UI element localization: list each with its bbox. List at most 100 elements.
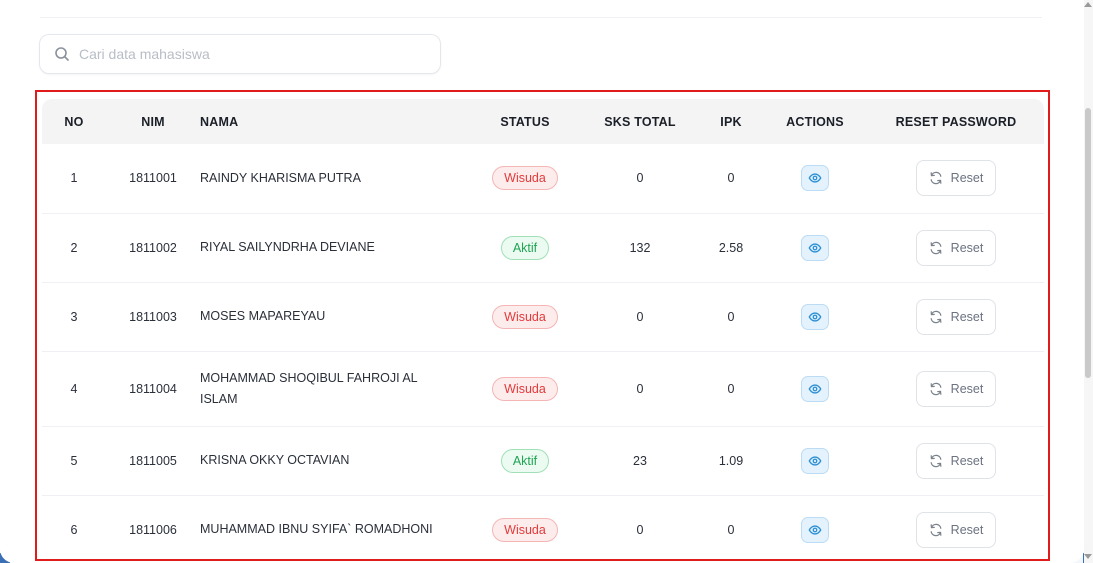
- cell-nama: RIYAL SAILYNDRHA DEVIANE: [200, 240, 375, 254]
- view-button[interactable]: [801, 165, 829, 192]
- header-no: NO: [64, 114, 84, 129]
- refresh-icon: [929, 241, 951, 255]
- cell-actions: [762, 282, 868, 351]
- cell-ipk: 0: [727, 171, 735, 186]
- students-table-container: NO NIM NAMA STATUS SKS TOTAL IPK ACTIONS…: [42, 99, 1044, 563]
- cell-nama: KRISNA OKKY OCTAVIAN: [200, 453, 350, 467]
- header-actions: ACTIONS: [786, 114, 844, 129]
- view-button[interactable]: [801, 303, 829, 330]
- reset-label: Reset: [950, 522, 984, 537]
- cell-nim: 1811003: [129, 309, 177, 324]
- eye-icon: [808, 310, 822, 324]
- eye-icon: [808, 382, 822, 396]
- cell-actions: [762, 426, 868, 495]
- header-reset-password: RESET PASSWORD: [895, 114, 1017, 129]
- reset-password-button[interactable]: Reset: [916, 298, 996, 335]
- reset-password-button[interactable]: Reset: [916, 511, 996, 548]
- scroll-down-arrow[interactable]: [1084, 554, 1092, 559]
- table-row: 5 1811005 KRISNA OKKY OCTAVIAN Aktif 23 1.09 R…: [42, 426, 1044, 495]
- refresh-icon: [929, 382, 951, 396]
- search-input[interactable]: [79, 46, 419, 62]
- cell-sks-total: 0: [636, 381, 644, 396]
- highlight-frame: NO NIM NAMA STATUS SKS TOTAL IPK ACTIONS…: [35, 90, 1050, 561]
- cell-reset-password: Reset: [868, 495, 1044, 563]
- cell-nim: 1811005: [129, 453, 177, 468]
- reset-label: Reset: [950, 381, 984, 396]
- status-badge: Wisuda: [492, 304, 558, 329]
- reset-password-button[interactable]: Reset: [916, 370, 996, 407]
- status-badge: Aktif: [500, 235, 550, 260]
- cell-reset-password: Reset: [868, 426, 1044, 495]
- cell-nama: MOHAMMAD SHOQIBUL FAHROJI AL ISLAM: [200, 370, 418, 406]
- cell-status: Wisuda: [470, 351, 580, 426]
- cell-reset-password: Reset: [868, 144, 1044, 213]
- view-button[interactable]: [801, 234, 829, 261]
- cell-actions: [762, 144, 868, 213]
- reset-label: Reset: [950, 309, 984, 324]
- table-row: 4 1811004 MOHAMMAD SHOQIBUL FAHROJI AL ISL…: [42, 351, 1044, 426]
- scrollbar[interactable]: [1084, 0, 1093, 563]
- table-row: 3 1811003 MOSES MAPAREYAU Wisuda 0 0 Reset: [42, 282, 1044, 351]
- cell-nim: 1811004: [129, 381, 177, 396]
- status-badge: Wisuda: [492, 517, 558, 542]
- cell-nama: MUHAMMAD IBNU SYIFA` ROMADHONI: [200, 522, 433, 536]
- refresh-icon: [929, 454, 951, 468]
- reset-password-button[interactable]: Reset: [916, 442, 996, 479]
- refresh-icon: [929, 310, 951, 324]
- table-row: 6 1811006 MUHAMMAD IBNU SYIFA` ROMADHONI Wi…: [42, 495, 1044, 563]
- cell-sks-total: 0: [636, 309, 644, 324]
- search-box[interactable]: [39, 34, 441, 74]
- view-button[interactable]: [801, 447, 829, 474]
- refresh-icon: [929, 171, 951, 185]
- scroll-up-arrow[interactable]: [1084, 2, 1092, 7]
- cell-status: Aktif: [470, 426, 580, 495]
- cell-reset-password: Reset: [868, 213, 1044, 282]
- cell-sks-total: 0: [636, 171, 644, 186]
- reset-label: Reset: [950, 453, 984, 468]
- status-badge: Wisuda: [492, 166, 558, 191]
- cell-no: 1: [70, 171, 78, 186]
- view-button[interactable]: [801, 375, 829, 402]
- cell-reset-password: Reset: [868, 351, 1044, 426]
- cell-status: Wisuda: [470, 495, 580, 563]
- cell-nama: MOSES MAPAREYAU: [200, 309, 326, 323]
- cell-nama: RAINDY KHARISMA PUTRA: [200, 170, 361, 185]
- students-table: NO NIM NAMA STATUS SKS TOTAL IPK ACTIONS…: [42, 99, 1044, 563]
- header-nama: NAMA: [200, 114, 239, 129]
- cell-reset-password: Reset: [868, 282, 1044, 351]
- cell-sks-total: 132: [629, 240, 651, 255]
- eye-icon: [808, 171, 822, 185]
- content-card: NO NIM NAMA STATUS SKS TOTAL IPK ACTIONS…: [0, 0, 1084, 563]
- cell-no: 6: [70, 522, 78, 537]
- reset-password-button[interactable]: Reset: [916, 229, 996, 266]
- cell-no: 4: [70, 381, 78, 396]
- cell-nim: 1811006: [129, 522, 177, 537]
- cell-status: Wisuda: [470, 282, 580, 351]
- header-status: STATUS: [500, 114, 550, 129]
- view-button[interactable]: [801, 516, 829, 543]
- eye-icon: [808, 454, 822, 468]
- search-icon: [55, 47, 69, 61]
- header-nim: NIM: [141, 114, 165, 129]
- reset-label: Reset: [950, 171, 984, 186]
- cell-ipk: 0: [727, 381, 735, 396]
- cell-ipk: 1.09: [718, 453, 744, 468]
- scrollbar-thumb[interactable]: [1085, 108, 1091, 378]
- table-header-row: NO NIM NAMA STATUS SKS TOTAL IPK ACTIONS…: [42, 99, 1044, 144]
- table-row: 1 1811001 RAINDY KHARISMA PUTRA Wisuda 0 0 Res…: [42, 144, 1044, 213]
- cell-actions: [762, 495, 868, 563]
- header-ipk: IPK: [720, 114, 742, 129]
- reset-password-button[interactable]: Reset: [916, 160, 996, 197]
- cell-actions: [762, 351, 868, 426]
- cell-ipk: 0: [727, 522, 735, 537]
- cell-actions: [762, 213, 868, 282]
- cell-sks-total: 23: [633, 453, 647, 468]
- cell-nim: 1811002: [129, 240, 177, 255]
- cell-status: Aktif: [470, 213, 580, 282]
- cell-ipk: 0: [727, 309, 735, 324]
- cell-nim: 1811001: [129, 171, 177, 186]
- reset-label: Reset: [950, 240, 984, 255]
- cell-no: 3: [70, 309, 78, 324]
- header-sks-total: SKS TOTAL: [604, 114, 676, 129]
- cell-no: 2: [70, 240, 78, 255]
